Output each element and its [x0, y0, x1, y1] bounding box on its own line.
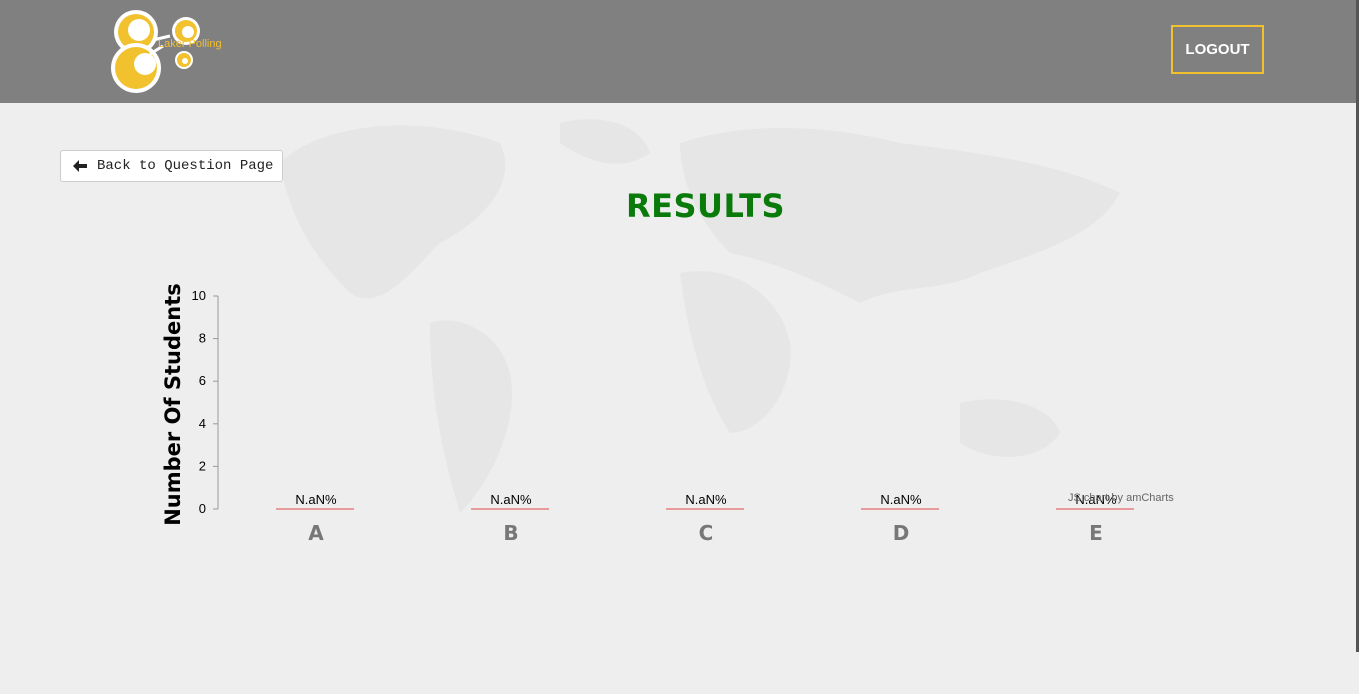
bar-value-label: N.aN% — [295, 492, 337, 507]
page-title: RESULTS — [626, 187, 785, 225]
amcharts-credit-link[interactable]: JS chart by amCharts — [1068, 492, 1174, 504]
y-tick-label: 10 — [192, 288, 206, 303]
x-category-label: D — [893, 521, 910, 545]
y-tick-label: 2 — [199, 458, 206, 473]
bar-value-label: N.aN% — [490, 492, 532, 507]
arrow-left-icon — [73, 160, 89, 172]
y-axis-label: Number Of Students — [161, 283, 185, 526]
y-tick-label: 4 — [199, 416, 206, 431]
logo-text: Laker Polling — [158, 38, 222, 50]
bar-value-label: N.aN% — [880, 492, 922, 507]
x-category-label: A — [308, 521, 324, 545]
bar-value-label: N.aN% — [685, 492, 727, 507]
laker-logo-icon[interactable] — [108, 6, 238, 96]
back-to-question-button[interactable]: Back to Question Page — [60, 150, 283, 182]
x-category-label: C — [699, 521, 714, 545]
logout-button[interactable]: LOGOUT — [1171, 25, 1264, 74]
x-category-label: E — [1089, 521, 1103, 545]
y-tick-label: 0 — [199, 501, 206, 516]
back-button-label: Back to Question Page — [97, 158, 274, 174]
top-header: Laker Polling LOGOUT — [0, 0, 1359, 103]
results-bar-chart: 0 2 4 6 8 10 Number Of Students N.aN% A N.aN% B N.a… — [161, 283, 1134, 545]
y-tick-label: 6 — [199, 373, 206, 388]
y-tick-label: 8 — [199, 331, 206, 346]
x-category-label: B — [503, 521, 518, 545]
